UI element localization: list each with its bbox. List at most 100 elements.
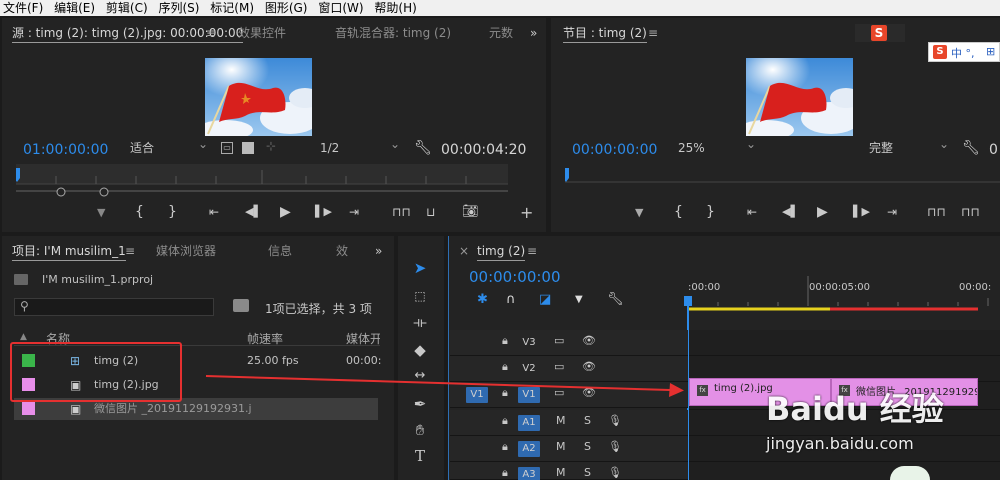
insert-icon[interactable]: ⊓⊓ (392, 205, 411, 219)
lock-icon[interactable]: 🔒︎ (502, 414, 508, 428)
resolution-dropdown[interactable]: 1/2 (320, 136, 400, 156)
close-tab-icon[interactable]: × (459, 236, 469, 266)
column-fps[interactable]: 帧速率 (247, 330, 283, 347)
solo-button[interactable]: S (584, 466, 591, 479)
menu-edit[interactable]: 编辑(E) (51, 0, 99, 16)
track-a3[interactable]: 🔒︎ A3 M S 🎙︎ (450, 462, 688, 480)
mark-out-icon[interactable]: } (706, 204, 715, 220)
menu-lines-icon[interactable]: ≡ (125, 236, 135, 266)
tab-effect-controls[interactable]: 效果控件 (238, 18, 286, 48)
track-v3[interactable]: 🔒︎ V3 ▭ 👁︎ (450, 330, 688, 356)
add-button-icon[interactable]: + (520, 203, 533, 222)
linked-selection-icon[interactable]: ◪ (539, 292, 551, 307)
track-select-tool-icon[interactable]: ⬚ (410, 286, 430, 306)
step-forward-icon[interactable]: ▌▶ (315, 205, 332, 218)
tab-program[interactable]: 节目 : timg (2) (563, 18, 647, 48)
project-search-input[interactable]: ⚲ (14, 298, 214, 316)
zoom-dropdown[interactable]: 25% (678, 136, 756, 156)
step-back-icon[interactable]: ◀▌ (782, 205, 799, 218)
add-marker-icon[interactable]: ▼ (635, 206, 643, 219)
tab-metadata[interactable]: 元数 (489, 18, 513, 48)
type-tool-icon[interactable]: T (410, 446, 430, 466)
sort-caret-icon[interactable]: ▲ (20, 332, 27, 342)
mark-in-icon[interactable]: { (674, 204, 683, 220)
export-frame-icon[interactable] (242, 142, 254, 154)
menu-help[interactable]: 帮助(H) (371, 0, 420, 16)
ime-status-bar[interactable]: S 中 °, ⊞ (928, 42, 1000, 62)
film-icon[interactable]: ▭ (554, 334, 564, 347)
nest-icon[interactable]: ✱ (477, 292, 488, 307)
mute-button[interactable]: M (556, 414, 566, 427)
menu-marker[interactable]: 标记(M) (207, 0, 258, 16)
track-a2[interactable]: 🔒︎ A2 M S 🎙︎ (450, 436, 688, 462)
menu-clip[interactable]: 剪辑(C) (103, 0, 152, 16)
track-label[interactable]: A1 (518, 415, 540, 431)
extract-icon[interactable]: ⊓⊓ (961, 205, 980, 219)
tab-project[interactable]: 项目: I'M musilim_1 (12, 236, 126, 266)
microphone-icon[interactable]: 🎙︎ (608, 440, 622, 453)
go-to-out-icon[interactable]: ⇥ (887, 205, 897, 219)
safe-margins-icon[interactable]: ▭ (221, 142, 233, 154)
razor-tool-icon[interactable]: ◆ (410, 340, 430, 360)
lock-icon[interactable]: 🔒︎ (502, 334, 508, 348)
column-media[interactable]: 媒体开 (346, 330, 380, 347)
tab-media-browser[interactable]: 媒体浏览器 (156, 236, 216, 266)
solo-button[interactable]: S (584, 414, 591, 427)
track-label[interactable]: A3 (518, 467, 540, 480)
add-marker-icon[interactable]: ▼ (97, 206, 105, 219)
label-color-swatch[interactable] (22, 402, 35, 415)
timeline-timecode[interactable]: 00:00:00:00 (469, 268, 561, 286)
menu-file[interactable]: 文件(F) (0, 0, 47, 16)
mark-out-icon[interactable]: } (168, 204, 177, 220)
menu-window[interactable]: 窗口(W) (315, 0, 367, 16)
track-a1[interactable]: 🔒︎ A1 M S 🎙︎ (450, 410, 688, 436)
ime-toolbar[interactable]: S (855, 24, 905, 42)
mark-in-icon[interactable]: { (135, 204, 144, 220)
new-bin-icon[interactable] (233, 299, 249, 312)
overwrite-icon[interactable]: ⊔ (426, 205, 435, 219)
microphone-icon[interactable]: 🎙︎ (608, 414, 622, 427)
add-marker-icon[interactable]: ▼ (575, 294, 583, 305)
microphone-icon[interactable]: 🎙︎ (608, 466, 622, 479)
program-scrub-bar[interactable] (565, 168, 1000, 188)
tab-effects[interactable]: 效 (336, 236, 348, 266)
go-to-in-icon[interactable]: ⇤ (209, 205, 219, 219)
ripple-edit-tool-icon[interactable]: ⟛ (410, 312, 430, 332)
solo-button[interactable]: S (584, 440, 591, 453)
overflow-chevron-icon[interactable]: » (375, 236, 382, 266)
program-timecode-current[interactable]: 00:00:00:00 (572, 142, 657, 158)
quality-dropdown[interactable]: 完整 (869, 136, 949, 156)
wrench-icon[interactable]: 🔧︎ (414, 140, 432, 156)
mute-button[interactable]: M (556, 440, 566, 453)
wrench-icon[interactable]: 🔧︎ (607, 292, 624, 307)
tab-audio-mixer[interactable]: 音轨混合器: timg (2) (335, 18, 451, 48)
menu-sequence[interactable]: 序列(S) (155, 0, 203, 16)
hand-tool-icon[interactable]: ✋︎ (410, 420, 430, 440)
step-back-icon[interactable]: ◀▌ (245, 205, 262, 218)
overflow-chevron-icon[interactable]: » (530, 18, 537, 48)
track-label[interactable]: A2 (518, 441, 540, 457)
lock-icon[interactable]: 🔒︎ (502, 440, 508, 454)
lift-icon[interactable]: ⊓⊓ (927, 205, 946, 219)
menu-lines-icon[interactable]: ≡ (527, 236, 537, 266)
step-forward-icon[interactable]: ▌▶ (853, 205, 870, 218)
camera-icon[interactable]: 📷︎ (462, 204, 479, 219)
play-icon[interactable]: ▶ (817, 204, 828, 220)
track-label[interactable]: V3 (518, 335, 540, 351)
source-scrub-bar[interactable] (16, 164, 508, 198)
menu-graphics[interactable]: 图形(G) (262, 0, 312, 16)
menu-lines-icon[interactable]: ≡ (648, 18, 658, 48)
mute-button[interactable]: M (556, 466, 566, 479)
play-icon[interactable]: ▶ (280, 204, 291, 220)
fit-dropdown[interactable]: 适合 (130, 136, 208, 156)
transport-icon[interactable]: ⊹ (266, 139, 276, 153)
snap-icon[interactable]: ∩ (506, 292, 516, 307)
source-timecode-current[interactable]: 01:00:00:00 (23, 142, 108, 158)
eye-icon[interactable]: 👁︎ (582, 334, 596, 347)
menu-lines-icon[interactable]: ≡ (206, 18, 216, 48)
wrench-icon[interactable]: 🔧︎ (962, 140, 980, 156)
go-to-in-icon[interactable]: ⇤ (747, 205, 757, 219)
ime-grid-icon[interactable]: ⊞ (986, 45, 995, 58)
lock-icon[interactable]: 🔒︎ (502, 466, 508, 480)
tab-info[interactable]: 信息 (268, 236, 292, 266)
